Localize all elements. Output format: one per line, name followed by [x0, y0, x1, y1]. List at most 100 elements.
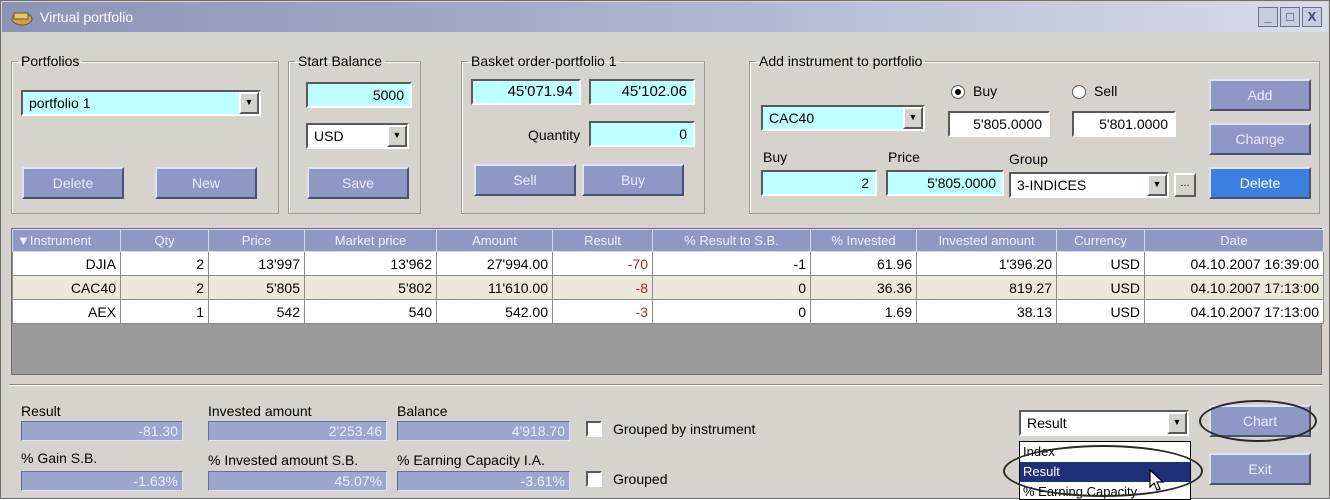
portfolios-legend: Portfolios [21, 53, 80, 69]
chevron-down-icon[interactable]: ▼ [1167, 412, 1187, 434]
table-cell: 5'805 [208, 275, 305, 300]
quantity-label: Quantity [528, 127, 581, 143]
exit-button[interactable]: Exit [1209, 453, 1311, 485]
chevron-down-icon[interactable]: ▼ [239, 92, 259, 114]
table-cell: 27'994.00 [436, 251, 553, 276]
minimize-button[interactable]: _ [1258, 7, 1278, 27]
table-cell: 04.10.2007 17:13:00 [1144, 275, 1324, 300]
invested-amount-label: Invested amount [208, 403, 312, 419]
table-cell: USD [1056, 299, 1145, 324]
chart-type-select[interactable]: Result ▼ [1019, 410, 1189, 436]
add-instrument-legend: Add instrument to portfolio [759, 53, 923, 69]
table-cell: 542 [208, 299, 305, 324]
invested-pct-value: 45.07% [208, 471, 387, 491]
column-header[interactable]: Qty [120, 229, 209, 252]
new-portfolio-button[interactable]: New [155, 167, 257, 199]
instrument-select[interactable]: CAC40 ▼ [761, 105, 925, 131]
positions-grid[interactable]: ▼Instrument Qty Price Market price Amount Res… [11, 228, 1324, 375]
grouped-by-instrument-checkbox[interactable] [586, 421, 602, 437]
column-header[interactable]: % Invested [810, 229, 917, 252]
price-label: Price [888, 149, 920, 165]
invested-amount-value: 2'253.46 [208, 421, 387, 441]
portfolio-select[interactable]: portfolio 1 ▼ [21, 90, 261, 116]
mouse-cursor-icon [1149, 469, 1165, 491]
basket-bid-value: 45'071.94 [471, 79, 581, 105]
sell-radio[interactable] [1072, 85, 1086, 99]
start-balance-input[interactable]: 5000 [306, 82, 412, 108]
table-row[interactable]: AEX 1 542 540 542.00 -3 0 1.69 38.13 USD 04.10.200… [12, 299, 1324, 324]
result-label: Result [21, 403, 61, 419]
price-input[interactable]: 5'805.0000 [886, 170, 1004, 196]
buy-radio-label: Buy [973, 83, 998, 99]
table-cell: 36.36 [810, 275, 917, 300]
start-balance-legend: Start Balance [298, 53, 383, 69]
title-bar[interactable]: Virtual portfolio _ □ X [2, 2, 1328, 32]
column-header[interactable]: Market price [304, 229, 437, 252]
instrument-select-value: CAC40 [769, 110, 815, 126]
group-label: Group [1009, 151, 1048, 167]
change-button[interactable]: Change [1209, 123, 1311, 155]
invested-pct-label: % Invested amount S.B. [208, 452, 359, 468]
table-cell: -70 [552, 251, 653, 276]
earning-capacity-label: % Earning Capacity I.A. [397, 452, 545, 468]
group-ellipsis-button[interactable]: ... [1174, 173, 1196, 197]
buy-price-value: 5'805.0000 [948, 111, 1050, 137]
table-cell: -8 [552, 275, 653, 300]
table-cell: -1 [652, 251, 811, 276]
close-button[interactable]: X [1302, 7, 1322, 27]
table-body: DJIA 2 13'997 13'962 27'994.00 -70 -1 61.96 1'39… [12, 251, 1324, 324]
highlight-ellipse-result [1003, 445, 1203, 497]
table-cell: 1.69 [810, 299, 917, 324]
table-cell: 5'802 [304, 275, 437, 300]
table-cell: USD [1056, 275, 1145, 300]
table-cell: 11'610.00 [436, 275, 553, 300]
table-cell: 0 [652, 299, 811, 324]
currency-select[interactable]: USD ▼ [306, 123, 409, 149]
window-title: Virtual portfolio [40, 9, 134, 25]
group-select[interactable]: 3-INDICES ▼ [1009, 172, 1169, 198]
delete-instrument-button[interactable]: Delete [1209, 167, 1311, 199]
buy-qty-label: Buy [763, 149, 788, 165]
chevron-down-icon[interactable]: ▼ [1147, 174, 1167, 196]
column-header[interactable]: Currency [1056, 229, 1145, 252]
save-button[interactable]: Save [307, 167, 409, 199]
table-cell: 0 [652, 275, 811, 300]
table-cell: 1 [120, 299, 209, 324]
virtual-portfolio-window: Virtual portfolio _ □ X Portfolios portf… [0, 0, 1330, 500]
quantity-input[interactable]: 0 [589, 121, 695, 147]
app-icon [11, 12, 33, 26]
buy-qty-input[interactable]: 2 [761, 170, 877, 196]
table-cell: 04.10.2007 16:39:00 [1144, 251, 1324, 276]
highlight-ellipse-chart [1199, 400, 1317, 442]
grouped-checkbox[interactable] [586, 471, 602, 487]
table-header-row: ▼Instrument Qty Price Market price Amount Res… [12, 229, 1324, 252]
table-cell: 13'997 [208, 251, 305, 276]
add-button[interactable]: Add [1209, 79, 1311, 111]
result-value: -81.30 [21, 421, 183, 441]
buy-radio[interactable] [951, 85, 965, 99]
column-header[interactable]: ▼Instrument [12, 229, 121, 252]
basket-ask-value: 45'102.06 [589, 79, 695, 105]
table-cell: 38.13 [916, 299, 1057, 324]
basket-sell-button[interactable]: Sell [474, 164, 576, 196]
table-cell: AEX [12, 299, 121, 324]
table-cell: CAC40 [12, 275, 121, 300]
chevron-down-icon[interactable]: ▼ [387, 125, 407, 147]
table-row[interactable]: DJIA 2 13'997 13'962 27'994.00 -70 -1 61.96 1'39… [12, 251, 1324, 276]
column-header[interactable]: Price [208, 229, 305, 252]
column-header[interactable]: Date [1144, 229, 1324, 252]
delete-portfolio-button[interactable]: Delete [22, 167, 124, 199]
table-cell: 13'962 [304, 251, 437, 276]
table-row[interactable]: CAC40 2 5'805 5'802 11'610.00 -8 0 36.36 819.27 U… [12, 275, 1324, 300]
table-cell: 542.00 [436, 299, 553, 324]
table-cell: 540 [304, 299, 437, 324]
column-header[interactable]: Amount [436, 229, 553, 252]
column-header[interactable]: Invested amount [916, 229, 1057, 252]
maximize-button[interactable]: □ [1280, 7, 1300, 27]
chevron-down-icon[interactable]: ▼ [903, 107, 923, 129]
column-header[interactable]: % Result to S.B. [652, 229, 811, 252]
table-cell: 61.96 [810, 251, 917, 276]
column-header[interactable]: Result [552, 229, 653, 252]
basket-buy-button[interactable]: Buy [582, 164, 684, 196]
table-cell: 2 [120, 275, 209, 300]
